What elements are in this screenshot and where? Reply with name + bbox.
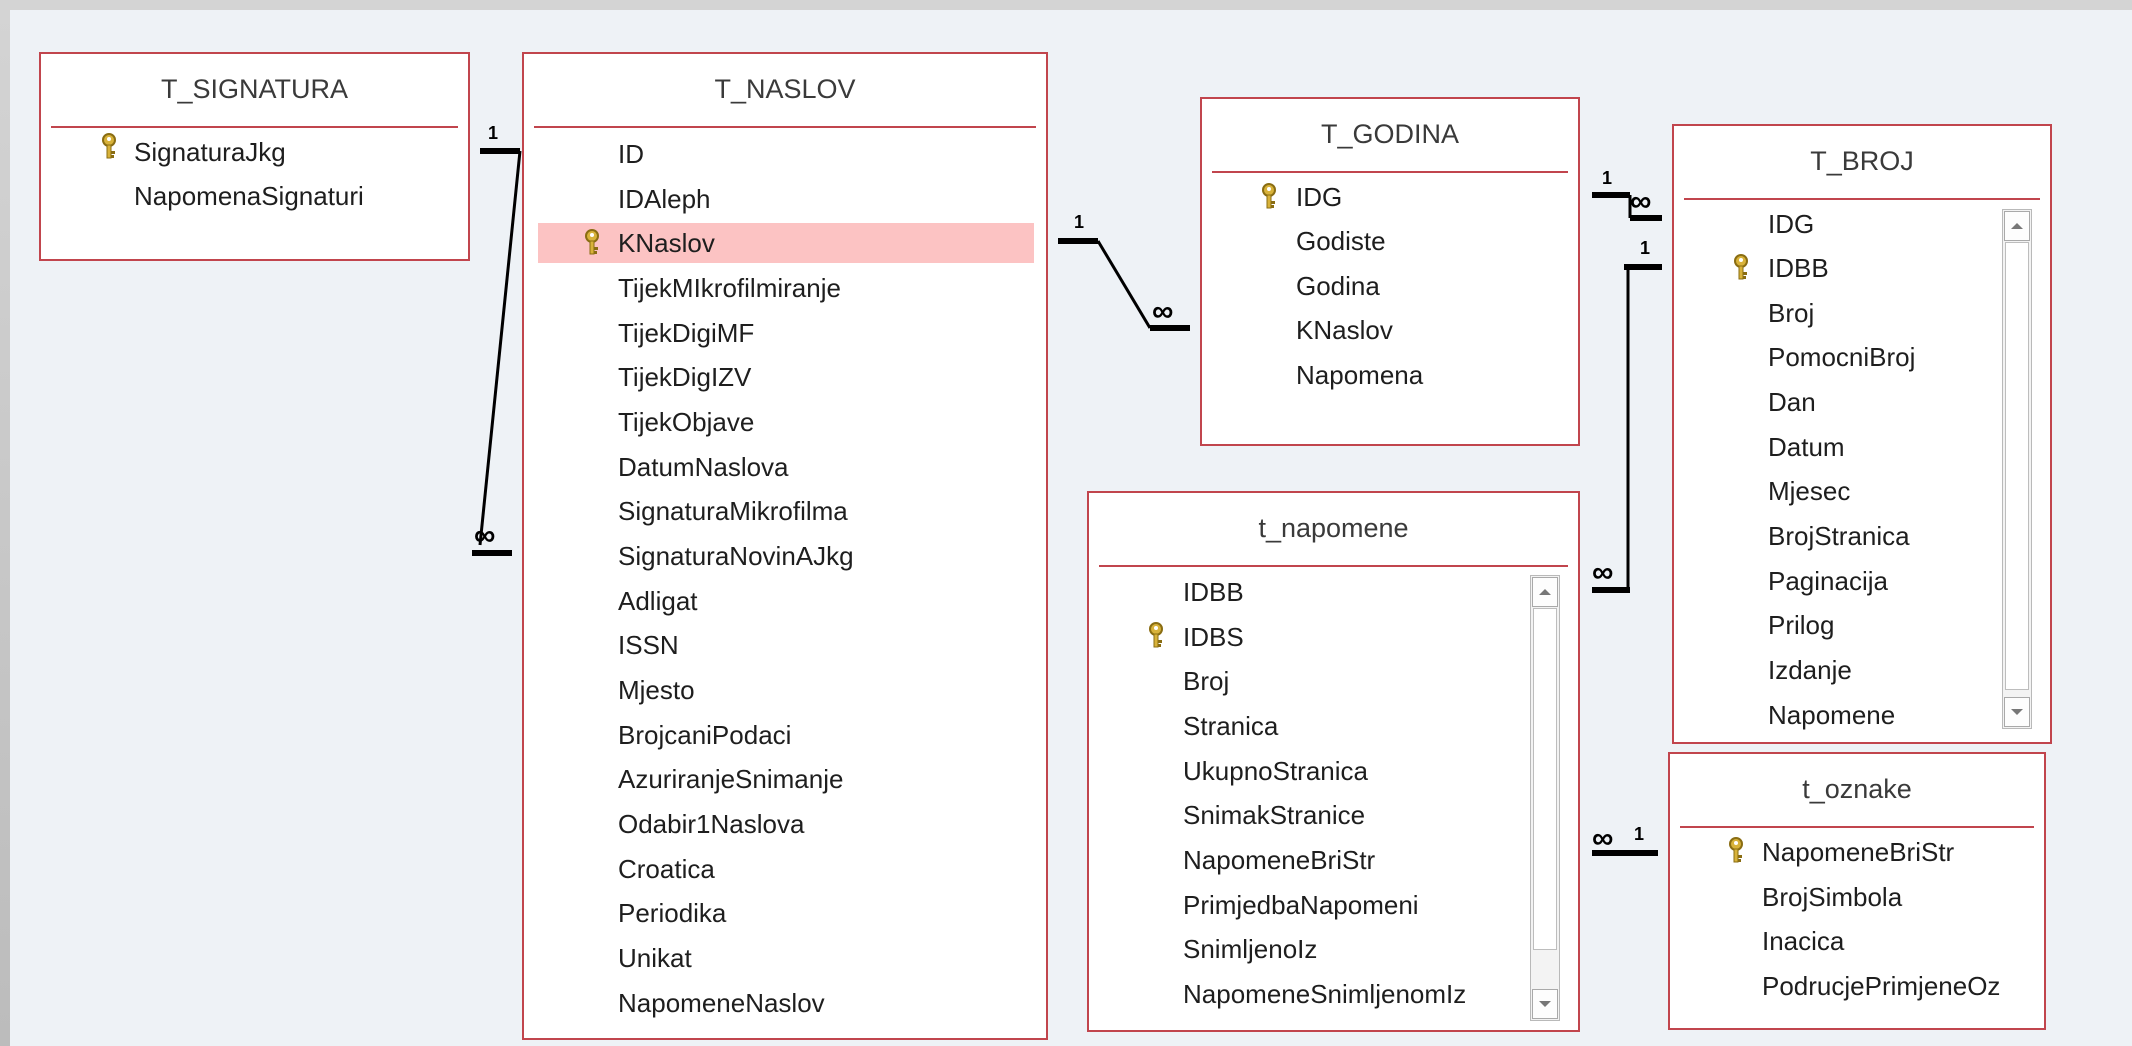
one-label: 1	[1074, 212, 1084, 232]
many-label: ∞	[474, 519, 495, 552]
one-label: 1	[1634, 824, 1644, 844]
many-label: ∞	[1152, 295, 1173, 328]
relationship-napomene-oznake[interactable]: ∞ 1	[1592, 822, 1658, 856]
many-label: ∞	[1592, 556, 1613, 589]
relationship-signatura-naslov[interactable]: 1 ∞	[472, 123, 522, 556]
one-label: 1	[1602, 168, 1612, 188]
one-label: 1	[488, 123, 498, 143]
relationship-godina-broj[interactable]: 1 ∞	[1592, 168, 1662, 221]
many-label: ∞	[1592, 822, 1613, 855]
relationship-broj-napomene[interactable]: 1 ∞	[1592, 238, 1662, 593]
one-label: 1	[1640, 238, 1650, 258]
relationship-lines: 1 ∞ 1 ∞ 1 ∞ 1 ∞ ∞ 1	[472, 123, 1662, 856]
many-label: ∞	[1630, 185, 1651, 218]
relationship-naslov-godina[interactable]: 1 ∞	[1058, 212, 1190, 331]
